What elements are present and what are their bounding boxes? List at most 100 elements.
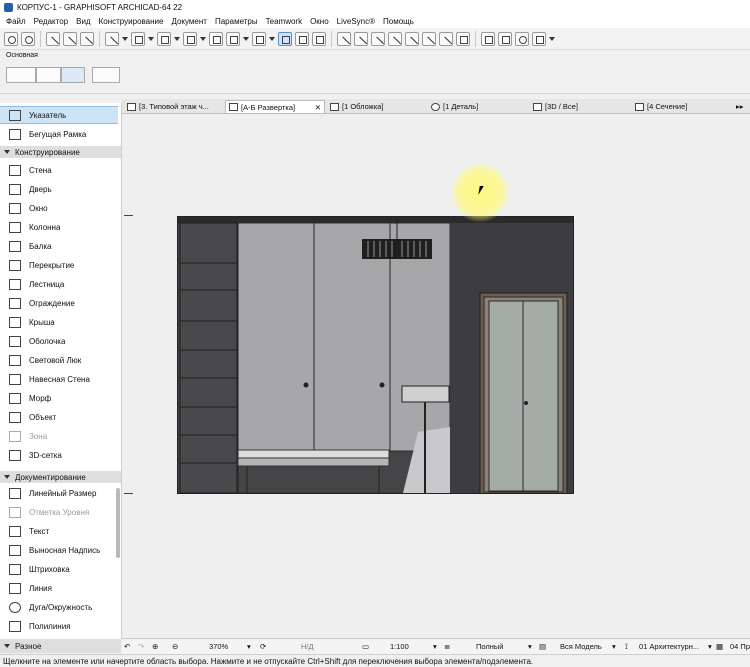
- chevron-down-icon[interactable]: ▾: [708, 642, 712, 651]
- scissors-icon[interactable]: [337, 31, 351, 46]
- tool-fill[interactable]: Штриховка: [0, 560, 118, 578]
- pointer-mode-icon[interactable]: [278, 31, 292, 46]
- chevron-down-icon[interactable]: [269, 36, 275, 41]
- tab-section[interactable]: [4 Сечение]: [632, 100, 732, 113]
- menu-help[interactable]: Помощь: [379, 17, 418, 26]
- menu-edit[interactable]: Редактор: [30, 17, 72, 26]
- undo-icon[interactable]: [4, 31, 18, 46]
- model-view-value[interactable]: Полный: [476, 642, 504, 651]
- tool-marquee[interactable]: Бегущая Рамка: [0, 125, 118, 143]
- close-icon[interactable]: ✕: [315, 103, 321, 112]
- layer-combo-value[interactable]: 01 Архитектурн...: [639, 642, 699, 651]
- tab-floor-plan[interactable]: [3. Типовой этаж ч...: [124, 100, 224, 113]
- guide-lines-icon[interactable]: [131, 31, 145, 46]
- tool-object[interactable]: Объект: [0, 408, 118, 426]
- tool-dimension[interactable]: Линейный Размер: [0, 484, 118, 502]
- chevron-down-icon[interactable]: [122, 36, 128, 41]
- trace-icon[interactable]: [209, 31, 223, 46]
- interior-elevation-drawing[interactable]: [177, 216, 574, 494]
- tab-overflow-icon[interactable]: ▸▸: [733, 100, 747, 113]
- chevron-down-icon[interactable]: [200, 36, 206, 41]
- tool-railing[interactable]: Ограждение: [0, 294, 118, 312]
- undo-view-icon[interactable]: ↶: [124, 642, 130, 651]
- tool-polyline[interactable]: Полилиния: [0, 617, 118, 635]
- tool-line[interactable]: Линия: [0, 579, 118, 597]
- tool-roof[interactable]: Крыша: [0, 313, 118, 331]
- tool-beam[interactable]: Балка: [0, 237, 118, 255]
- menu-teamwork[interactable]: Teamwork: [262, 17, 306, 26]
- tool-label-tool[interactable]: Выносная Надпись: [0, 541, 118, 559]
- tab-detail[interactable]: [1 Деталь]: [428, 100, 528, 113]
- tool-stair[interactable]: Лестница: [0, 275, 118, 293]
- explode-icon[interactable]: [456, 31, 470, 46]
- menu-document[interactable]: Документ: [167, 17, 211, 26]
- chevron-down-icon[interactable]: [243, 36, 249, 41]
- trim-icon[interactable]: [354, 31, 368, 46]
- category-design[interactable]: Конструирование: [0, 146, 121, 158]
- menu-window[interactable]: Окно: [306, 17, 333, 26]
- chevron-down-icon[interactable]: ▾: [528, 642, 532, 651]
- redo-view-icon[interactable]: ↷: [138, 642, 144, 651]
- elevate-icon[interactable]: [532, 31, 546, 46]
- chevron-down-icon[interactable]: ▾: [433, 642, 437, 651]
- tool-morph[interactable]: Морф: [0, 389, 118, 407]
- menu-file[interactable]: Файл: [2, 17, 30, 26]
- tool-wall[interactable]: Стена: [0, 161, 118, 179]
- grid-snap-icon[interactable]: [183, 31, 197, 46]
- tool-pointer[interactable]: Указатель: [0, 106, 118, 124]
- tool-column[interactable]: Колонна: [0, 218, 118, 236]
- chamfer-icon[interactable]: [422, 31, 436, 46]
- arrow-pointer-control[interactable]: [92, 67, 120, 83]
- zoom-value[interactable]: 370%: [209, 642, 228, 651]
- rotate-view-icon[interactable]: ⟳: [260, 642, 266, 651]
- category-misc[interactable]: Разное: [0, 639, 121, 653]
- chevron-down-icon[interactable]: ▾: [247, 642, 251, 651]
- tool-3d-mesh[interactable]: 3D-сетка: [0, 446, 118, 464]
- fit-window-icon[interactable]: [312, 31, 326, 46]
- tool-level-dimension[interactable]: Отметка Уровня: [0, 503, 118, 521]
- zoom-out-icon[interactable]: ⊖: [172, 642, 178, 651]
- snap-points-icon[interactable]: [157, 31, 171, 46]
- tool-arc-circle[interactable]: Дуга/Окружность: [0, 598, 118, 616]
- lock-icon[interactable]: [252, 31, 266, 46]
- category-documentation[interactable]: Документирование: [0, 471, 121, 483]
- angle-icon[interactable]: [105, 31, 119, 46]
- suspend-groups-icon[interactable]: [295, 31, 309, 46]
- selection-method-control[interactable]: [6, 67, 36, 83]
- scale-value[interactable]: 1:100: [390, 642, 409, 651]
- fillet-icon[interactable]: [405, 31, 419, 46]
- tab-elevation-ab[interactable]: [А-Б Развертка] ✕: [225, 100, 325, 113]
- tool-slab[interactable]: Перекрытие: [0, 256, 118, 274]
- tool-door[interactable]: Дверь: [0, 180, 118, 198]
- chevron-down-icon[interactable]: ▾: [612, 642, 616, 651]
- tab-cover[interactable]: [1 Обложка]: [327, 100, 427, 113]
- chevron-down-icon[interactable]: [549, 36, 555, 41]
- move-icon[interactable]: [481, 31, 495, 46]
- menu-design[interactable]: Конструирование: [95, 17, 168, 26]
- zoom-in-icon[interactable]: ⊕: [152, 642, 158, 651]
- tool-skylight[interactable]: Световой Люк: [0, 351, 118, 369]
- inject-parameters-icon[interactable]: [63, 31, 77, 46]
- magic-wand-icon[interactable]: [80, 31, 94, 46]
- layers-icon[interactable]: [226, 31, 240, 46]
- tool-window[interactable]: Окно: [0, 199, 118, 217]
- menu-view[interactable]: Вид: [72, 17, 94, 26]
- pen-set-value[interactable]: 04 Пр: [730, 642, 750, 651]
- split-icon[interactable]: [439, 31, 453, 46]
- tab-3d[interactable]: [3D / Все]: [530, 100, 630, 113]
- pick-up-parameters-icon[interactable]: [46, 31, 60, 46]
- chevron-down-icon[interactable]: [148, 36, 154, 41]
- mirror-icon[interactable]: [515, 31, 529, 46]
- chevron-down-icon[interactable]: [174, 36, 180, 41]
- orientation-value[interactable]: Н/Д: [301, 642, 314, 651]
- menu-livesync[interactable]: LiveSync®: [333, 17, 379, 26]
- intersect-icon[interactable]: [388, 31, 402, 46]
- marquee-mode-control[interactable]: [36, 67, 61, 83]
- adjust-icon[interactable]: [371, 31, 385, 46]
- menu-options[interactable]: Параметры: [211, 17, 262, 26]
- rotate-icon[interactable]: [498, 31, 512, 46]
- redo-icon[interactable]: [21, 31, 35, 46]
- tool-text[interactable]: Текст: [0, 522, 118, 540]
- filter-value[interactable]: Вся Модель: [560, 642, 602, 651]
- tool-zone[interactable]: Зона: [0, 427, 118, 445]
